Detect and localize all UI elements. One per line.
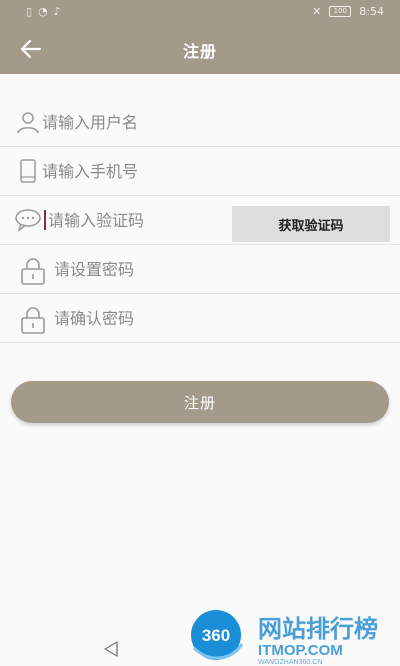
register-form: 获取验证码 bbox=[0, 98, 400, 343]
mute-icon: ✕ bbox=[312, 5, 322, 18]
code-input[interactable] bbox=[48, 204, 228, 236]
app-bar: ▯ ◔ ♪ ✕ 100 8:54 注册 bbox=[0, 0, 400, 74]
lock-icon bbox=[21, 307, 45, 334]
sim-icon: ▯ bbox=[26, 5, 33, 18]
username-input[interactable] bbox=[42, 106, 382, 138]
code-row: 获取验证码 bbox=[0, 196, 400, 245]
phone-icon bbox=[20, 159, 36, 183]
status-time: 8:54 bbox=[359, 5, 384, 18]
confirm-password-input[interactable] bbox=[54, 302, 394, 334]
status-right: ✕ 100 8:54 bbox=[312, 5, 384, 18]
watermark-domain: ITMOP.COM bbox=[258, 642, 343, 659]
tiktok-icon: ♪ bbox=[53, 5, 61, 18]
system-back-icon[interactable] bbox=[102, 640, 120, 658]
watermark-title: 网站排行榜 bbox=[258, 615, 378, 643]
status-bar: ▯ ◔ ♪ ✕ 100 8:54 bbox=[0, 0, 400, 24]
get-code-button[interactable]: 获取验证码 bbox=[232, 206, 390, 242]
password-row bbox=[0, 245, 400, 294]
phone-row bbox=[0, 147, 400, 196]
register-button[interactable]: 注册 bbox=[11, 381, 389, 423]
text-caret bbox=[44, 210, 46, 230]
battery-icon: 100 bbox=[329, 6, 352, 17]
username-row bbox=[0, 98, 400, 147]
page-title: 注册 bbox=[182, 42, 217, 61]
user-icon bbox=[17, 112, 39, 134]
nav-bar: 注册 bbox=[0, 26, 400, 72]
site-watermark: 360 网站排行榜 ITMOP.COM WANGZHAN360.CN bbox=[191, 610, 378, 666]
password-input[interactable] bbox=[54, 253, 394, 285]
lock-icon bbox=[21, 258, 45, 285]
chat-icon bbox=[15, 209, 41, 232]
watermark-badge: 360 bbox=[202, 626, 230, 645]
status-left: ▯ ◔ ♪ bbox=[26, 5, 61, 18]
phone-input[interactable] bbox=[42, 155, 382, 187]
wifi-icon: ◔ bbox=[38, 5, 48, 18]
confirm-password-row bbox=[0, 294, 400, 343]
watermark-sub: WANGZHAN360.CN bbox=[258, 659, 322, 666]
